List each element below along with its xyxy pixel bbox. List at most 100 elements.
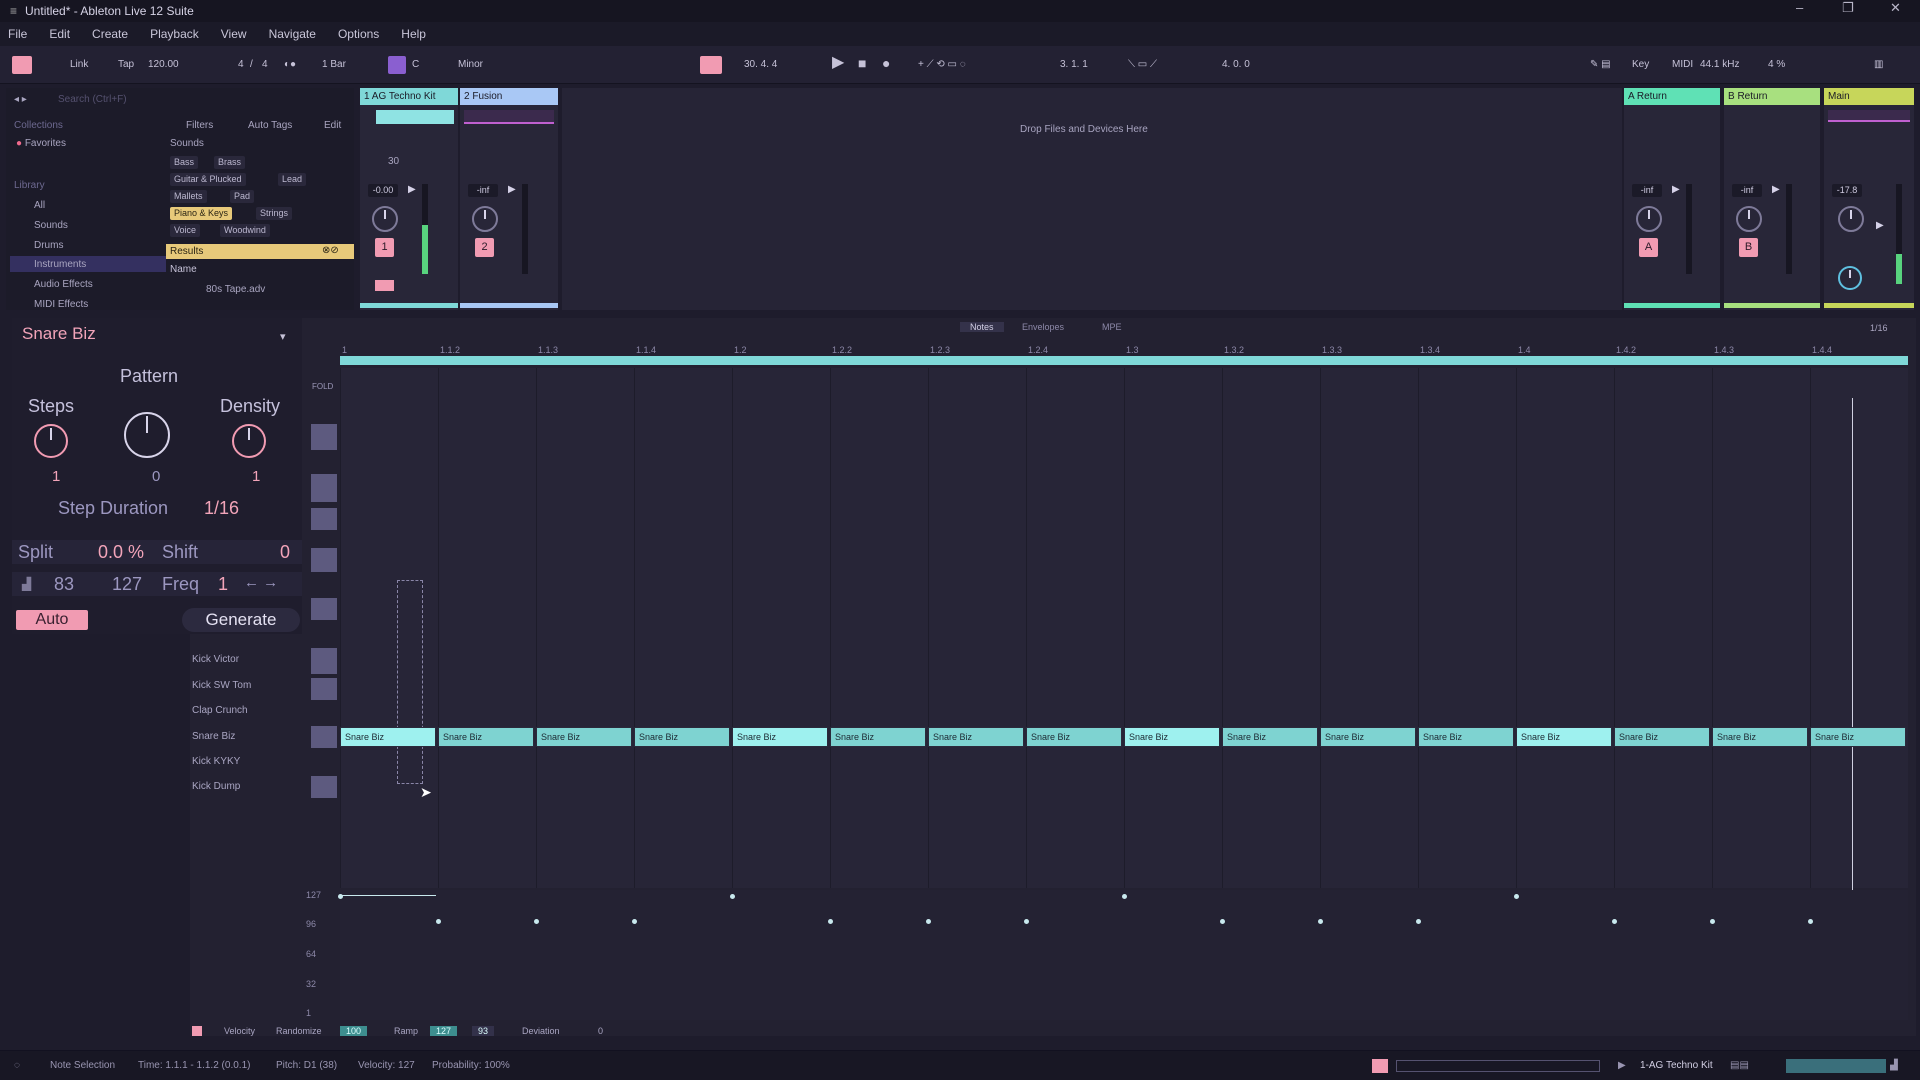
return-b-activator[interactable]: B [1739,238,1758,257]
tag-pad[interactable]: Pad [230,190,255,203]
song-position[interactable]: 30. 4. 4 [744,56,777,74]
return-a-pan-knob[interactable] [1636,206,1662,232]
track-1-arm-button[interactable] [375,280,394,291]
velocity-marker[interactable] [338,894,343,899]
ramp-end[interactable]: 93 [472,1026,495,1036]
track-1-clip[interactable] [376,110,454,124]
metronome-interval[interactable]: 1 Bar [322,56,346,74]
main-title[interactable]: Main [1824,88,1914,105]
row-label-kick-kyky[interactable]: Kick KYKY [192,756,240,767]
velocity-toolbar-icon[interactable] [192,1026,202,1036]
piano-key[interactable] [311,726,337,748]
note-snare-biz[interactable]: Snare Biz [732,727,828,747]
library-item-audio-effects[interactable]: Audio Effects [34,279,93,290]
velocity-high[interactable]: 127 [112,574,142,595]
track-1-volume[interactable]: -0.00 [368,184,398,197]
note-snare-biz[interactable]: Snare Biz [1026,727,1122,747]
piano-key[interactable] [311,474,337,502]
note-snare-biz[interactable]: Snare Biz [536,727,632,747]
piano-key[interactable] [311,424,337,450]
tab-mpe[interactable]: MPE [1102,322,1122,332]
menu-create[interactable]: Create [92,27,128,41]
stop-button[interactable]: ■ [858,54,866,72]
track-2-activator[interactable]: 2 [475,238,494,257]
name-column-header[interactable]: Name [170,264,197,275]
menu-navigate[interactable]: Navigate [269,27,316,41]
scale-toggle[interactable] [388,56,406,74]
velocity-marker[interactable] [1514,894,1519,899]
randomize-label[interactable]: Randomize [276,1026,322,1036]
tab-envelopes[interactable]: Envelopes [1022,322,1064,332]
deviation-label[interactable]: Deviation [522,1026,560,1036]
result-item[interactable]: 80s Tape.adv [206,284,265,295]
note-snare-biz[interactable]: Snare Biz [1418,727,1514,747]
row-label-kick-victor[interactable]: Kick Victor [192,654,239,665]
edit-tags-button[interactable]: Edit [324,120,341,131]
loop-start[interactable]: 3. 1. 1 [1060,56,1088,74]
track-2-pan-knob[interactable] [472,206,498,232]
menu-help[interactable]: Help [401,27,426,41]
tag-voice[interactable]: Voice [170,224,201,237]
tap-button[interactable]: Tap [118,56,134,74]
velocity-lane[interactable] [340,890,1908,1020]
piano-key[interactable] [311,678,337,700]
device-name[interactable]: Snare Biz [22,324,96,344]
ramp-start[interactable]: 127 [430,1026,458,1036]
return-a-play-icon[interactable]: ▶ [1672,184,1680,195]
main-pan-knob[interactable] [1838,206,1864,232]
track-2-clip-slot[interactable] [464,110,554,124]
status-clip-icon[interactable] [1372,1059,1388,1073]
scale-select[interactable]: Minor [458,56,483,74]
menu-edit[interactable]: Edit [49,27,70,41]
note-snare-biz[interactable]: Snare Biz [1124,727,1220,747]
key-map-button[interactable]: Key [1632,56,1649,74]
generate-button[interactable]: Generate [182,608,300,632]
shift-value[interactable]: 0 [280,542,290,563]
return-b-title[interactable]: B Return [1724,88,1820,105]
tag-mallets[interactable]: Mallets [170,190,207,203]
return-b-pan-knob[interactable] [1736,206,1762,232]
velocity-marker[interactable] [1122,894,1127,899]
tag-bass[interactable]: Bass [170,156,199,169]
drop-zone[interactable]: Drop Files and Devices Here [562,88,1622,310]
step-duration-value[interactable]: 1/16 [204,498,239,519]
cue-volume-knob[interactable] [1838,266,1862,290]
note-snare-biz[interactable]: Snare Biz [438,727,534,747]
status-icon[interactable]: ◌ [14,1060,20,1071]
track-1-activator[interactable]: 1 [375,238,394,257]
status-scroll-bar[interactable] [1396,1060,1600,1072]
tag-woodwind[interactable]: Woodwind [220,224,270,237]
steps-knob[interactable] [34,424,68,458]
note-snare-biz[interactable]: Snare Biz [1516,727,1612,747]
library-item-instruments[interactable]: Instruments [34,259,86,270]
loop-tools-icon[interactable]: ⟍ ▭ ⟋ [1128,56,1157,74]
tag-brass[interactable]: Brass [214,156,246,169]
menu-file[interactable]: File [8,27,27,41]
row-label-snare-biz[interactable]: Snare Biz [192,731,235,742]
midi-map-button[interactable]: MIDI [1672,56,1693,74]
tab-notes[interactable]: Notes [960,322,1004,332]
browser-search-input[interactable]: Search (Ctrl+F) [58,94,127,105]
return-a-volume[interactable]: -inf [1632,184,1662,197]
draw-mode-icon[interactable]: ✎ ▤ [1590,56,1611,74]
loop-length[interactable]: 4. 0. 0 [1222,56,1250,74]
grid-setting[interactable]: 1/16 [1870,323,1888,333]
note-snare-biz[interactable]: Snare Biz [1810,727,1906,747]
velocity-marker[interactable] [730,894,735,899]
record-button[interactable]: ● [882,54,890,72]
note-snare-biz[interactable]: Snare Biz [634,727,730,747]
link-button[interactable]: Link [70,56,88,74]
track-1-play-icon[interactable]: ▶ [408,184,416,195]
piano-key[interactable] [311,648,337,674]
freq-value[interactable]: 1 [218,574,228,595]
sig-numerator[interactable]: 4 [238,56,244,74]
fold-button[interactable]: FOLD [312,382,333,391]
main-play-icon[interactable]: ▶ [1876,220,1884,231]
track-2-title[interactable]: 2 Fusion [460,88,558,105]
pattern-value[interactable]: 0 [152,468,160,485]
piano-key[interactable] [311,598,337,620]
row-label-kick-dump[interactable]: Kick Dump [192,781,240,792]
return-b-volume[interactable]: -inf [1732,184,1762,197]
auto-tags-toggle[interactable]: Auto Tags [248,120,292,131]
play-button[interactable]: ▶ [832,54,844,72]
